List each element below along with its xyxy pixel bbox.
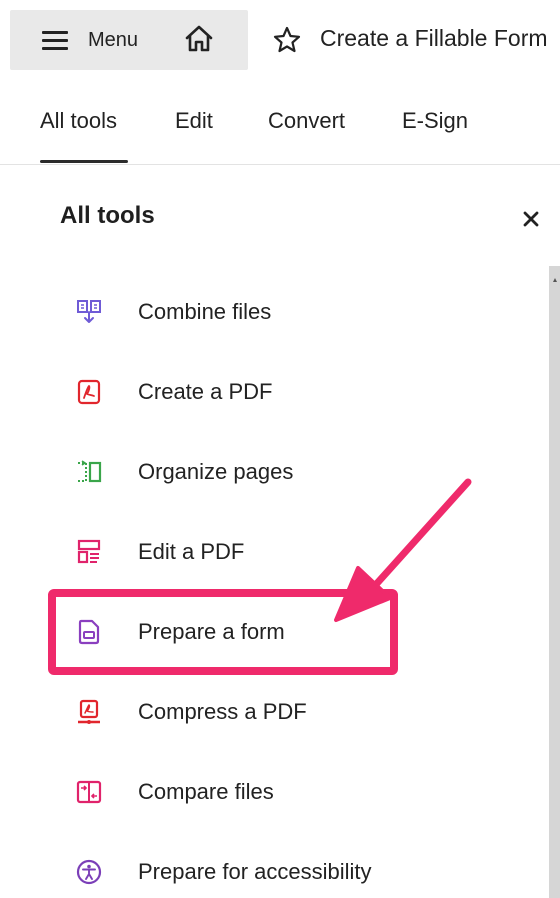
menu-label: Menu bbox=[88, 28, 139, 51]
tool-label: Compress a PDF bbox=[138, 699, 307, 724]
top-bar: Menu Create a Fillable Form bbox=[0, 0, 560, 80]
tool-prepare-accessibility[interactable]: Prepare for accessibility bbox=[76, 852, 372, 892]
tool-label: Prepare for accessibility bbox=[138, 859, 372, 884]
create-pdf-icon bbox=[77, 379, 101, 405]
tool-organize-pages[interactable]: Organize pages bbox=[76, 452, 293, 492]
tool-label: Organize pages bbox=[138, 459, 294, 484]
tool-label: Create a PDF bbox=[138, 379, 273, 404]
panel-scrollbar[interactable] bbox=[549, 266, 560, 898]
tool-combine-files[interactable]: Combine files bbox=[76, 292, 271, 332]
scroll-up-arrow-icon[interactable] bbox=[553, 278, 557, 282]
tool-label: Edit a PDF bbox=[138, 539, 245, 564]
tab-all-tools[interactable]: All tools bbox=[40, 108, 117, 134]
app-window: Menu Create a Fillable Form All tools Ed… bbox=[0, 0, 560, 898]
tab-convert[interactable]: Convert bbox=[268, 108, 345, 134]
edit-pdf-icon bbox=[77, 539, 101, 564]
hamburger-icon bbox=[42, 30, 68, 50]
tool-label: Compare files bbox=[138, 779, 274, 804]
active-tab-indicator bbox=[40, 160, 128, 163]
accessibility-icon bbox=[76, 859, 102, 885]
tool-compress-pdf[interactable]: Compress a PDF bbox=[76, 692, 307, 732]
panel-title: All tools bbox=[60, 202, 155, 229]
document-title: Create a Fillable Form bbox=[320, 25, 548, 51]
star-icon[interactable] bbox=[272, 25, 302, 55]
tool-create-pdf[interactable]: Create a PDF bbox=[76, 372, 273, 412]
combine-files-icon bbox=[77, 300, 101, 323]
tab-e-sign[interactable]: E-Sign bbox=[402, 108, 468, 134]
tab-bar: All tools Edit Convert E-Sign bbox=[0, 80, 560, 165]
home-icon[interactable] bbox=[184, 24, 214, 54]
compare-files-icon bbox=[76, 780, 102, 804]
tab-edit[interactable]: Edit bbox=[175, 108, 213, 134]
tool-edit-pdf[interactable]: Edit a PDF bbox=[76, 532, 244, 572]
tool-label: Combine files bbox=[138, 299, 272, 324]
compress-pdf-icon bbox=[78, 699, 100, 724]
tool-compare-files[interactable]: Compare files bbox=[76, 772, 274, 812]
close-icon[interactable] bbox=[522, 210, 540, 228]
organize-pages-icon bbox=[78, 460, 102, 483]
annotation-arrow-icon bbox=[334, 478, 472, 622]
